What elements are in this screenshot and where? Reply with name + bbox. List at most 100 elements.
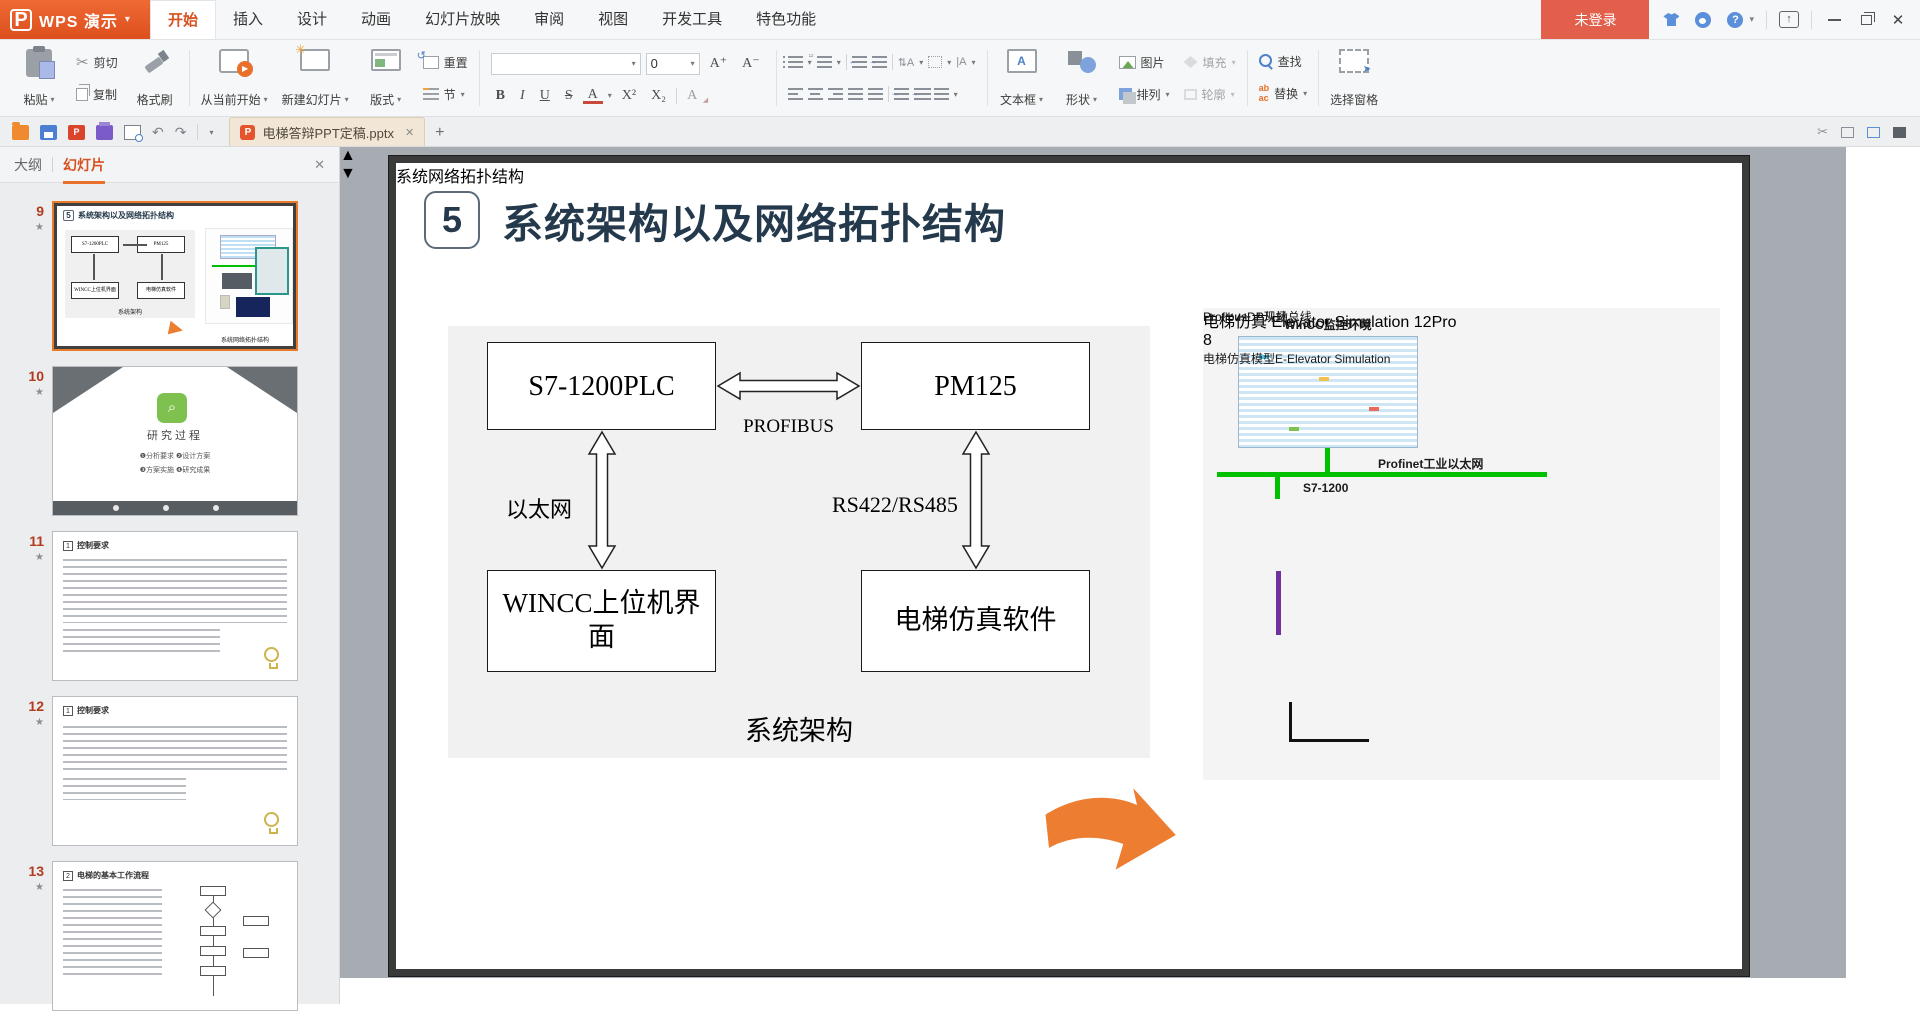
minimize-button[interactable] <box>1824 10 1844 30</box>
close-document-icon[interactable]: ✕ <box>405 126 414 139</box>
diagram-box-plc[interactable]: S7-1200PLC <box>487 342 716 430</box>
font-size-select[interactable]: 0▾ <box>646 53 700 75</box>
document-tab[interactable]: P 电梯答辩PPT定稿.pptx ✕ <box>229 117 425 146</box>
layout-button[interactable]: 版式▾ <box>357 44 415 112</box>
numbered-list-button[interactable] <box>817 56 832 68</box>
selection-pane-button[interactable]: 选择窗格 <box>1324 44 1384 112</box>
format-painter-button[interactable]: 格式刷 <box>126 44 184 112</box>
diagram-box-wincc[interactable]: WINCC上位机界面 <box>487 570 716 672</box>
bullet-list-button[interactable] <box>788 56 803 68</box>
paste-button[interactable]: 粘贴▾ <box>10 44 68 112</box>
slide-title[interactable]: 系统架构以及网络拓扑结构 <box>502 191 1006 249</box>
new-document-tab-button[interactable]: + <box>425 124 454 146</box>
font-name-select[interactable]: ▾ <box>491 53 641 75</box>
italic-button[interactable]: I <box>515 88 530 104</box>
app-logo[interactable]: P WPS 演示 ▾ <box>0 0 150 39</box>
close-button[interactable]: ✕ <box>1888 10 1908 30</box>
slide-thumbnail-13[interactable]: 2 电梯的基本工作流程 <box>52 861 298 1011</box>
tab-outline[interactable]: 大纲 <box>14 155 42 175</box>
clear-format-button[interactable]: A <box>682 88 702 104</box>
quickbar-more-icon[interactable]: ▾ <box>209 128 213 137</box>
increase-indent-button[interactable] <box>872 56 887 68</box>
help-caret-icon[interactable]: ▾ <box>1749 14 1754 25</box>
replace-button[interactable]: abac替换▾ <box>1253 81 1314 105</box>
restore-button[interactable] <box>1856 10 1876 30</box>
char-direction-button[interactable]: |A <box>956 56 966 68</box>
slide-thumbnail-10[interactable]: ⌕ 研究过程 ❶分析要求 ❷设计方案 ❸方案实施 ❹研究成果 <box>52 366 298 516</box>
shrink-font-button[interactable]: A⁻ <box>737 55 765 72</box>
diagram-box-pm125[interactable]: PM125 <box>861 342 1090 430</box>
topology-caption[interactable]: 系统网络拓扑结构 <box>396 163 1742 187</box>
reset-button[interactable]: 重置 <box>417 52 474 73</box>
text-box-button[interactable]: A 文本框▾ <box>993 44 1051 112</box>
chevron-down-icon[interactable]: ▾ <box>608 91 612 100</box>
start-from-current-button[interactable]: 从当前开始▾ <box>195 44 274 112</box>
cut-button[interactable]: ✂剪切 <box>70 51 124 73</box>
section-button[interactable]: 节▾ <box>417 84 474 105</box>
menu-tab-view[interactable]: 视图 <box>581 0 645 39</box>
chevron-down-icon[interactable]: ▾ <box>919 58 923 67</box>
superscript-button[interactable]: X² <box>617 88 641 104</box>
orange-arrow-shape[interactable] <box>1034 772 1188 888</box>
tab-slides[interactable]: 幻灯片 <box>63 155 105 175</box>
new-slide-button[interactable]: 新建幻灯片▾ <box>276 44 355 112</box>
font-color-button[interactable]: A <box>583 88 603 104</box>
skin-icon[interactable] <box>1661 10 1681 30</box>
subscript-button[interactable]: X₂ <box>646 88 671 104</box>
panel-close-icon[interactable]: ✕ <box>314 157 325 173</box>
strikethrough-button[interactable]: S <box>560 88 578 104</box>
save-icon[interactable] <box>40 125 57 140</box>
distribute-button[interactable] <box>868 88 883 100</box>
bold-button[interactable]: B <box>491 88 510 104</box>
menu-tab-animation[interactable]: 动画 <box>344 0 408 39</box>
print-preview-icon[interactable] <box>124 125 141 140</box>
menu-tab-review[interactable]: 审阅 <box>517 0 581 39</box>
shapes-button[interactable]: 形状▾ <box>1053 44 1111 112</box>
menu-tab-devtools[interactable]: 开发工具 <box>645 0 739 39</box>
weibo-icon[interactable] <box>1693 10 1713 30</box>
find-button[interactable]: 查找 <box>1253 51 1314 72</box>
fill-button[interactable]: 填充▾ <box>1178 52 1242 73</box>
text-frame-button[interactable] <box>928 56 942 68</box>
slide-thumbnail-11[interactable]: 1 控制要求 <box>52 531 298 681</box>
share-window-icon[interactable]: ↑ <box>1779 10 1799 30</box>
menu-tab-slideshow[interactable]: 幻灯片放映 <box>408 0 517 39</box>
menu-tab-home[interactable]: 开始 <box>150 0 216 39</box>
grow-font-button[interactable]: A⁺ <box>705 55 733 72</box>
redo-icon[interactable]: ↷ <box>175 125 187 139</box>
slide-thumbnail-12[interactable]: 1 控制要求 <box>52 696 298 846</box>
open-file-icon[interactable] <box>12 125 29 140</box>
copy-button[interactable]: 复制 <box>70 84 124 105</box>
align-right-button[interactable] <box>828 88 843 100</box>
tabbar-tool-icon-1[interactable]: ✂ <box>1817 124 1828 140</box>
align-left-button[interactable] <box>788 88 803 100</box>
underline-button[interactable]: U <box>535 88 555 104</box>
para-spacing-button[interactable] <box>914 88 929 100</box>
architecture-diagram[interactable]: S7-1200PLC PM125 WINCC上位机界面 电梯仿真软件 PROFI… <box>448 326 1150 758</box>
diagram-box-simulator[interactable]: 电梯仿真软件 <box>861 570 1090 672</box>
tabbar-tool-icon-4[interactable] <box>1893 127 1906 138</box>
login-button[interactable]: 未登录 <box>1541 0 1649 39</box>
align-center-button[interactable] <box>808 88 823 100</box>
arrange-button[interactable]: 排列▾ <box>1113 84 1176 105</box>
decrease-indent-button[interactable] <box>852 56 867 68</box>
slide-thumbnail-9[interactable]: 5 系统架构以及网络拓扑结构 S7-1200PLC PM125 WINCC上位机… <box>52 201 298 351</box>
chevron-down-icon[interactable]: ▾ <box>947 58 951 67</box>
chevron-down-icon[interactable]: ▾ <box>837 58 841 67</box>
justify-button[interactable] <box>848 88 863 100</box>
spacing-options-button[interactable] <box>934 88 949 100</box>
slide-canvas[interactable]: 5 系统架构以及网络拓扑结构 S7-1200PLC PM125 WINCC上位机… <box>340 147 1846 978</box>
chevron-down-icon[interactable]: ▾ <box>954 90 958 99</box>
slide-number-badge[interactable]: 5 <box>424 191 480 249</box>
menu-tab-design[interactable]: 设计 <box>280 0 344 39</box>
undo-icon[interactable]: ↶ <box>152 125 164 139</box>
tabbar-tool-icon-3[interactable] <box>1867 127 1880 138</box>
current-slide[interactable]: 5 系统架构以及网络拓扑结构 S7-1200PLC PM125 WINCC上位机… <box>389 156 1749 976</box>
tabbar-tool-icon-2[interactable] <box>1841 127 1854 138</box>
outline-button[interactable]: 轮廓▾ <box>1178 84 1242 105</box>
export-pdf-icon[interactable]: P <box>68 125 85 140</box>
menu-tab-special[interactable]: 特色功能 <box>739 0 833 39</box>
text-direction-button[interactable]: ⇅A <box>898 56 915 69</box>
line-spacing-button[interactable] <box>894 88 909 100</box>
picture-button[interactable]: 图片 <box>1113 52 1176 73</box>
